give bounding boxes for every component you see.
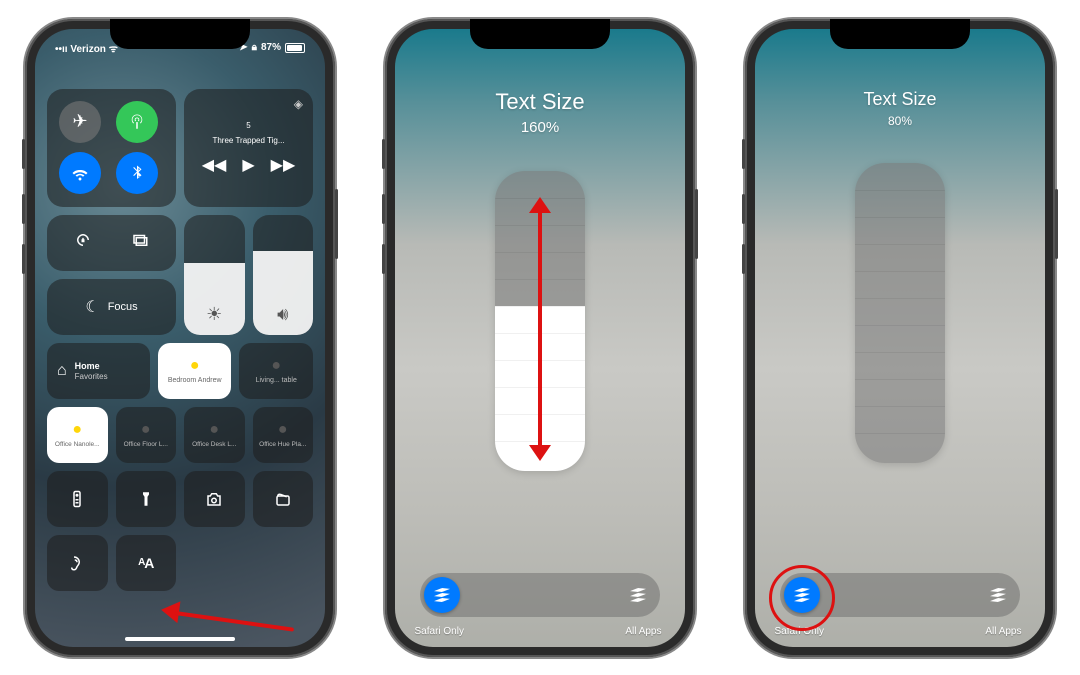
bluetooth-toggle[interactable] — [116, 152, 158, 194]
speaker-icon: 🔊︎ — [277, 304, 288, 325]
device-tile-2[interactable]: ● Office Desk L... — [184, 407, 245, 463]
stack-icon — [990, 588, 1006, 602]
text-size-panel: Text Size 80% — [755, 29, 1045, 647]
text-size-percent: 160% — [521, 119, 559, 136]
scope-safari-only[interactable] — [424, 577, 460, 613]
safari-only-label: Safari Only — [415, 626, 464, 637]
device-tile-label: Office Nanole... — [55, 441, 100, 448]
screen-mirror-button[interactable] — [131, 231, 149, 254]
annotation-circle — [769, 565, 835, 631]
flashlight-button[interactable] — [116, 471, 177, 527]
annotation-arrow — [175, 607, 295, 617]
notch — [470, 19, 610, 49]
home-title: Home — [75, 361, 108, 371]
device-tile-0[interactable]: ● Office Nanole... — [47, 407, 108, 463]
lock-mirror-row — [47, 215, 176, 271]
text-size-title: Text Size — [863, 89, 936, 110]
large-a-icon: A — [144, 555, 153, 571]
home-tile-label: Living... table — [256, 377, 297, 384]
home-tile-label: Bedroom Andrew — [168, 377, 222, 384]
orientation-lock-button[interactable] — [74, 231, 92, 254]
carrier-label: Verizon — [70, 44, 106, 55]
sun-icon: ☀︎ — [206, 304, 222, 325]
all-apps-label: All Apps — [625, 626, 661, 637]
play-button[interactable]: ▶ — [242, 155, 254, 175]
wifi-icon — [71, 164, 89, 182]
home-tile-living[interactable]: ● Living... table — [239, 343, 313, 399]
text-size-percent: 80% — [888, 114, 912, 128]
notch — [110, 19, 250, 49]
device-tile-label: Office Desk L... — [192, 441, 236, 448]
wallet-button[interactable] — [253, 471, 314, 527]
device-tile-label: Office Hue Pla... — [259, 441, 306, 448]
antenna-icon — [128, 113, 146, 131]
bulb-icon: ● — [278, 421, 288, 439]
phone-text-size-80: Text Size 80% — [745, 19, 1055, 657]
scope-segmented-control[interactable] — [420, 573, 660, 617]
stack-icon — [434, 588, 450, 602]
device-tile-label: Office Floor L... — [124, 441, 168, 448]
camera-button[interactable] — [184, 471, 245, 527]
flashlight-icon — [137, 490, 155, 508]
device-tile-1[interactable]: ● Office Floor L... — [116, 407, 177, 463]
stack-icon — [630, 588, 646, 602]
battery-pct: 87% — [261, 42, 281, 53]
media-tile[interactable]: ◈ 5 Three Trapped Tig... ◀◀ ▶ ▶▶ — [184, 89, 313, 207]
remote-icon — [68, 490, 86, 508]
scope-labels: Safari Only All Apps — [413, 626, 668, 637]
wallet-icon — [274, 490, 292, 508]
remote-button[interactable] — [47, 471, 108, 527]
annotation-double-arrow — [537, 199, 543, 459]
media-count: 5 — [246, 121, 250, 130]
phone-text-size-160: Text Size 160% — [385, 19, 695, 657]
phone-control-center: ••ıı Verizon ᯤ ➤ 🔒︎ 87% ✈︎ — [25, 19, 335, 657]
bulb-icon: ● — [209, 421, 219, 439]
wifi-toggle[interactable] — [59, 152, 101, 194]
home-icon: ⌂ — [57, 362, 67, 380]
connectivity-cluster[interactable]: ✈︎ — [47, 89, 176, 207]
text-size-button[interactable]: AA — [116, 535, 177, 591]
wifi-icon: ᯤ — [109, 44, 118, 55]
prev-button[interactable]: ◀◀ — [202, 155, 227, 175]
hearing-button[interactable] — [47, 535, 108, 591]
bulb-icon: ● — [190, 357, 200, 375]
control-center: ••ıı Verizon ᯤ ➤ 🔒︎ 87% ✈︎ — [35, 29, 325, 647]
scope-all-apps[interactable] — [620, 577, 656, 613]
home-subtitle: Favorites — [75, 372, 108, 381]
home-indicator[interactable] — [125, 637, 235, 641]
volume-slider[interactable]: 🔊︎ — [253, 215, 314, 335]
bulb-icon: ● — [271, 357, 281, 375]
next-button[interactable]: ▶▶ — [271, 155, 296, 175]
text-size-slider[interactable] — [855, 163, 945, 463]
home-favorites-button[interactable]: ⌂ Home Favorites — [47, 343, 150, 399]
media-track: Three Trapped Tig... — [212, 136, 284, 145]
camera-icon — [205, 490, 223, 508]
focus-button[interactable]: ☾ Focus — [47, 279, 176, 335]
signal-icon: ••ıı — [55, 44, 68, 55]
brightness-slider[interactable]: ☀︎ — [184, 215, 245, 335]
scope-all-apps[interactable] — [980, 577, 1016, 613]
home-tile-bedroom[interactable]: ● Bedroom Andrew — [158, 343, 232, 399]
bulb-icon: ● — [141, 421, 151, 439]
airplane-mode-toggle[interactable]: ✈︎ — [59, 101, 101, 143]
moon-icon: ☾ — [85, 297, 99, 317]
all-apps-label: All Apps — [985, 626, 1021, 637]
bulb-icon: ● — [72, 421, 82, 439]
notch — [830, 19, 970, 49]
airplay-icon[interactable]: ◈ — [294, 97, 303, 111]
device-tile-3[interactable]: ● Office Hue Pla... — [253, 407, 314, 463]
lock-icon: 🔒︎ — [252, 42, 257, 53]
battery-icon — [285, 43, 305, 53]
text-size-title: Text Size — [495, 89, 584, 115]
bluetooth-icon — [128, 164, 146, 182]
focus-label: Focus — [108, 301, 138, 313]
ear-icon — [68, 554, 86, 572]
cellular-data-toggle[interactable] — [116, 101, 158, 143]
